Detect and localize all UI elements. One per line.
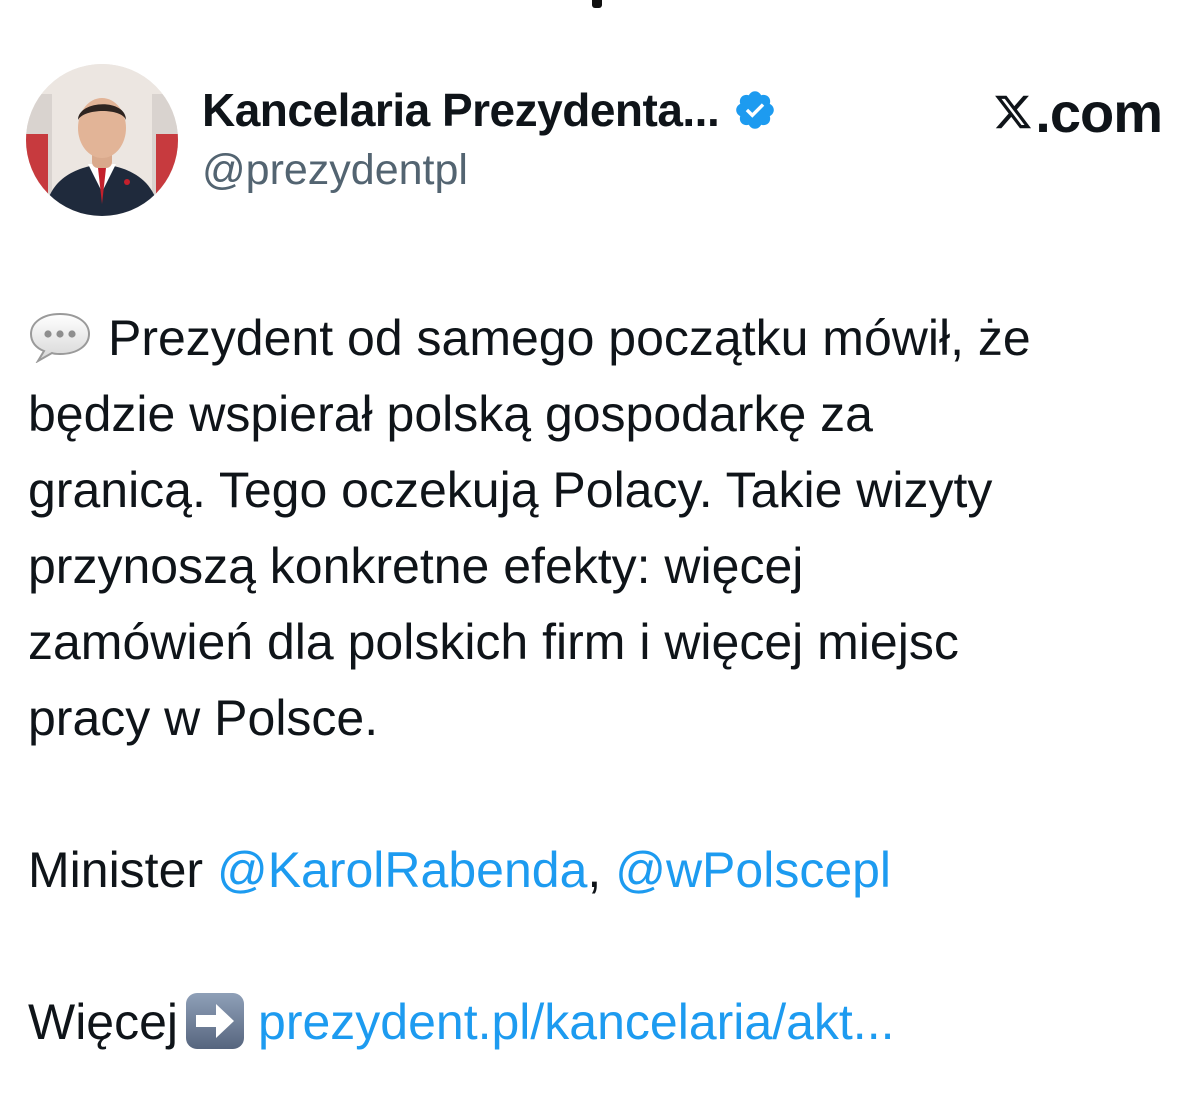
tweet-line: Prezydent od samego początku mówił, że (108, 310, 1031, 366)
top-edge-fragment (592, 0, 602, 8)
mention-separator: , (587, 842, 602, 898)
verified-badge-icon (736, 91, 775, 129)
avatar[interactable] (26, 64, 178, 216)
speech-bubble-icon (29, 312, 91, 363)
tweet-line: pracy w Polsce. (28, 690, 379, 746)
x-logo-icon (995, 95, 1032, 129)
avatar-photo (26, 64, 178, 216)
author-handle[interactable]: @prezydentpl (202, 146, 777, 195)
more-label: Więcej (28, 994, 179, 1050)
x-com-mark: .com (993, 81, 1163, 144)
x-com-text: .com (1035, 80, 1163, 144)
more-line: Więcej prezydent.pl/kancelaria/akt... (28, 984, 1178, 1060)
minister-label: Minister (28, 842, 204, 898)
tweet-text: Prezydent od samego początku mówił, że b… (28, 300, 1178, 1060)
mention-wpolscepl[interactable]: @wPolscepl (615, 842, 891, 898)
tweet-line: będzie wspierał polską gospodarkę za (28, 386, 873, 442)
article-link[interactable]: prezydent.pl/kancelaria/akt... (258, 994, 894, 1050)
mention-karol-rabenda[interactable]: @KarolRabenda (217, 842, 587, 898)
tweet-paragraph: Prezydent od samego początku mówił, że b… (28, 300, 1178, 756)
right-arrow-icon (186, 993, 245, 1049)
tweet-line: granicą. Tego oczekują Polacy. Takie wiz… (28, 462, 993, 518)
tweet-line: zamówień dla polskich firm i więcej miej… (28, 614, 959, 670)
author-info: Kancelaria Prezydenta... @prezydentpl (202, 84, 777, 195)
tweet-line: przynoszą konkretne efekty: więcej (28, 538, 804, 594)
tweet-header: Kancelaria Prezydenta... @prezydentpl .c… (26, 64, 1176, 216)
display-name[interactable]: Kancelaria Prezydenta... (202, 83, 720, 137)
minister-line: Minister @KarolRabenda, @wPolscepl (28, 832, 1178, 908)
